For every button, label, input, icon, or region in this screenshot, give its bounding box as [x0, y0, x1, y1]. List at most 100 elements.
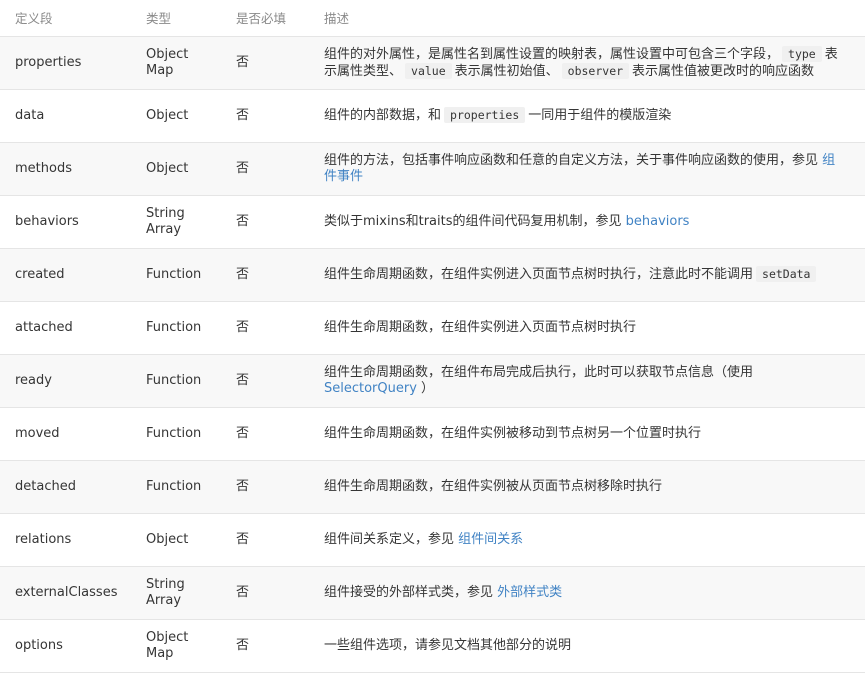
- doc-link[interactable]: SelectorQuery: [324, 381, 417, 396]
- field-description: 类似于mixins和traits的组件间代码复用机制，参见 behaviors: [309, 195, 865, 248]
- type-label: Object: [146, 629, 189, 645]
- doc-link[interactable]: 组件间关系: [458, 532, 523, 547]
- table-row: moved Function 否 组件生命周期函数，在组件实例被移动到节点树另一个位置…: [0, 407, 865, 460]
- table-row: data Object 否 组件的内部数据，和 properties 一同用于组件的模版渲…: [0, 89, 865, 142]
- field-type: Function: [131, 407, 221, 460]
- field-required: 否: [236, 425, 250, 441]
- type-label: Map: [146, 645, 174, 661]
- field-required: 否: [236, 584, 250, 600]
- field-description: 组件生命周期函数，在组件实例被移动到节点树另一个位置时执行: [309, 407, 865, 460]
- inline-code: value: [405, 62, 452, 79]
- field-name: properties: [15, 54, 82, 70]
- field-name: relations: [15, 531, 72, 547]
- field-name: data: [15, 107, 45, 123]
- description-text: ）: [416, 380, 435, 396]
- field-description: 组件的内部数据，和 properties 一同用于组件的模版渲染: [309, 89, 865, 142]
- field-type: Object: [131, 513, 221, 566]
- field-name: ready: [15, 372, 52, 388]
- table-row: created Function 否 组件生命周期函数，在组件实例进入页面节点树时执行…: [0, 248, 865, 301]
- field-type: Function: [131, 460, 221, 513]
- field-name: created: [15, 266, 65, 282]
- field-name: detached: [15, 478, 76, 494]
- inline-code: properties: [444, 107, 526, 123]
- type-label: Function: [146, 319, 202, 335]
- field-type: Object: [131, 89, 221, 142]
- header-definition-segment: 定义段: [0, 0, 131, 37]
- table-row: properties Object Map 否 组件的对外属性，是属性名到属性设置的映射…: [0, 36, 865, 89]
- field-required: 否: [236, 478, 250, 494]
- table-row: behaviors String Array 否 类似于mixins和traits的组件…: [0, 195, 865, 248]
- table-header-row: 定义段 类型 是否必填 描述: [0, 0, 865, 37]
- description-text: 组件生命周期函数，在组件实例被移动到节点树另一个位置时执行: [324, 425, 702, 441]
- description-text: 表示属性值被更改时的响应函数: [632, 63, 815, 79]
- type-label: String: [146, 576, 185, 592]
- table-row: ready Function 否 组件生命周期函数，在组件布局完成后执行，此时可以获取…: [0, 354, 865, 407]
- type-label: Function: [146, 266, 202, 282]
- table-row: options Object Map 否 一些组件选项，请参见文档其他部分的说明: [0, 619, 865, 672]
- doc-link[interactable]: 外部样式类: [497, 585, 562, 600]
- description-text: 组件的对外属性，是属性名到属性设置的映射表，属性设置中可包含三个字段，: [324, 46, 780, 62]
- description-text: 一些组件选项，请参见文档其他部分的说明: [324, 637, 572, 653]
- description-text: 组件的方法，包括事件响应函数和任意的自定义方法，关于事件响应函数的使用，参见: [324, 152, 823, 168]
- table-body: properties Object Map 否组件的对外属性，是属性名到属性设置的映射…: [0, 36, 865, 672]
- field-name: attached: [15, 319, 73, 335]
- doc-link[interactable]: behaviors: [626, 214, 690, 229]
- description-text: 类似于mixins和traits的组件间代码复用机制，参见: [324, 213, 626, 229]
- table-row: relations Object 否 组件间关系定义，参见 组件间关系: [0, 513, 865, 566]
- field-name: behaviors: [15, 213, 79, 229]
- description-text: 组件生命周期函数，在组件实例进入页面节点树时执行，注意此时不能调用: [324, 267, 754, 282]
- type-label: Object: [146, 46, 189, 62]
- field-description: 组件接受的外部样式类，参见 外部样式类: [309, 566, 865, 619]
- field-name: externalClasses: [15, 584, 118, 600]
- description-text: 组件生命周期函数，在组件实例被从页面节点树移除时执行: [324, 478, 663, 494]
- inline-code: setData: [756, 266, 817, 282]
- field-type: Object Map: [131, 36, 221, 89]
- field-type: Function: [131, 248, 221, 301]
- header-description: 描述: [309, 0, 865, 37]
- component-definition-table: 定义段 类型 是否必填 描述 properties Object Map 否组件的对外…: [0, 0, 865, 673]
- type-label: Function: [146, 372, 202, 388]
- header-required: 是否必填: [221, 0, 309, 37]
- inline-code: type: [782, 45, 822, 62]
- field-description: 组件生命周期函数，在组件实例进入页面节点树时执行，注意此时不能调用 setData: [309, 248, 865, 301]
- field-required: 否: [236, 54, 250, 70]
- field-description: 组件间关系定义，参见 组件间关系: [309, 513, 865, 566]
- description-text: 组件接受的外部样式类，参见: [324, 584, 498, 600]
- field-description: 组件的方法，包括事件响应函数和任意的自定义方法，关于事件响应函数的使用，参见 组…: [309, 142, 865, 195]
- field-type: String Array: [131, 566, 221, 619]
- field-description: 组件生命周期函数，在组件实例被从页面节点树移除时执行: [309, 460, 865, 513]
- description-text: 组件生命周期函数，在组件实例进入页面节点树时执行: [324, 319, 637, 335]
- type-label: Function: [146, 478, 202, 494]
- inline-code: observer: [561, 62, 630, 79]
- field-type: String Array: [131, 195, 221, 248]
- description-text: 组件生命周期函数，在组件布局完成后执行，此时可以获取节点信息（使用: [324, 364, 754, 380]
- field-description: 一些组件选项，请参见文档其他部分的说明: [309, 619, 865, 672]
- type-label: Object: [146, 107, 189, 123]
- type-label: Map: [146, 62, 174, 78]
- description-text: 组件的内部数据，和: [324, 108, 442, 123]
- description-text: 表示属性初始值、: [454, 63, 559, 79]
- field-required: 否: [236, 160, 250, 176]
- type-label: Object: [146, 531, 189, 547]
- type-label: Object: [146, 160, 189, 176]
- type-label: Array: [146, 221, 182, 237]
- type-label: Function: [146, 425, 202, 441]
- table-row: detached Function 否 组件生命周期函数，在组件实例被从页面节点树移除…: [0, 460, 865, 513]
- field-type: Function: [131, 301, 221, 354]
- table-row: methods Object 否 组件的方法，包括事件响应函数和任意的自定义方法，关于…: [0, 142, 865, 195]
- type-label: String: [146, 205, 185, 221]
- field-required: 否: [236, 107, 250, 123]
- field-description: 组件的对外属性，是属性名到属性设置的映射表，属性设置中可包含三个字段， type 表…: [309, 36, 865, 89]
- field-required: 否: [236, 637, 250, 653]
- description-text: 一同用于组件的模版渲染: [528, 108, 672, 123]
- field-type: Object Map: [131, 619, 221, 672]
- field-type: Function: [131, 354, 221, 407]
- description-text: 组件间关系定义，参见: [324, 531, 459, 547]
- field-description: 组件生命周期函数，在组件实例进入页面节点树时执行: [309, 301, 865, 354]
- field-name: methods: [15, 160, 72, 176]
- type-label: Array: [146, 592, 182, 608]
- field-name: options: [15, 637, 63, 653]
- table-row: externalClasses String Array 否 组件接受的外部样式类，参见…: [0, 566, 865, 619]
- field-description: 组件生命周期函数，在组件布局完成后执行，此时可以获取节点信息（使用 Select…: [309, 354, 865, 407]
- table-row: attached Function 否 组件生命周期函数，在组件实例进入页面节点树时执…: [0, 301, 865, 354]
